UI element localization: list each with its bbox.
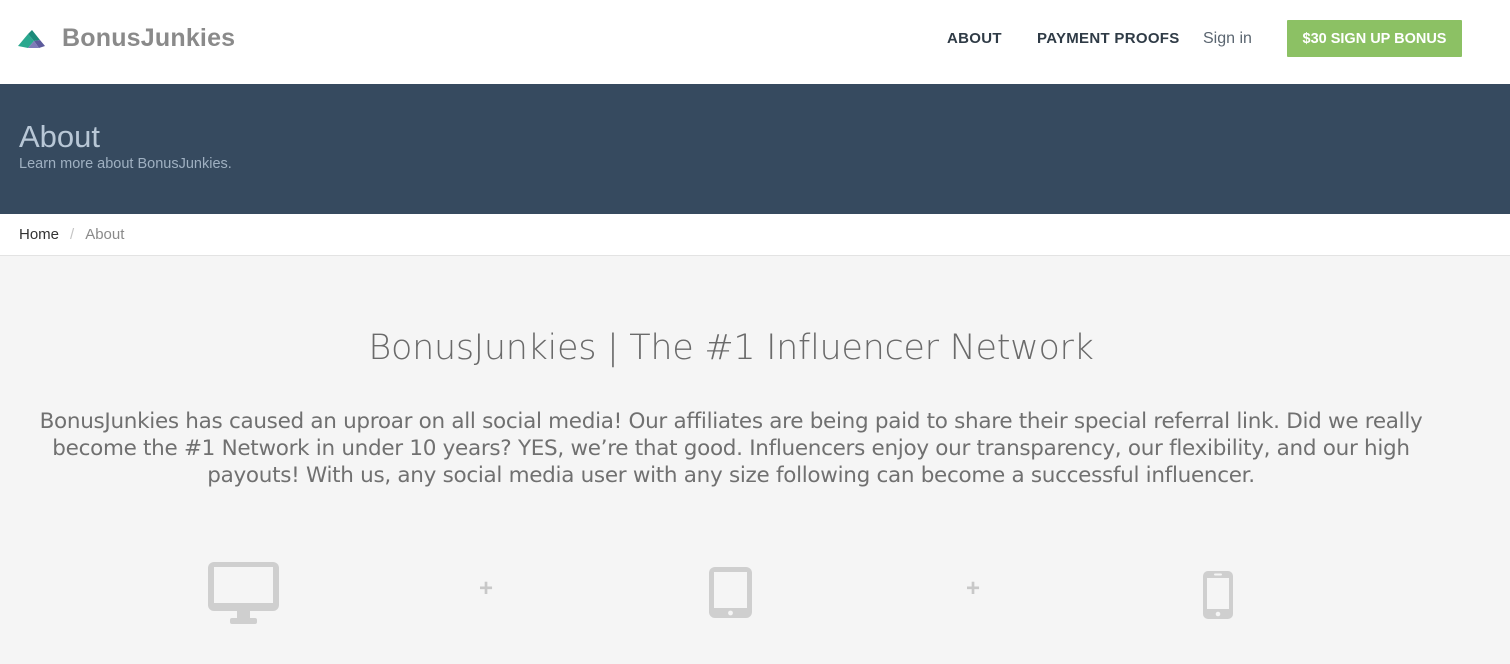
section-heading: BonusJunkies | The #1 Influencer Network [368,328,1094,368]
page-title: About [19,119,101,154]
nav-payment-proofs-link[interactable]: PAYMENT PROOFS [1037,30,1180,47]
brand-name: BonusJunkies [62,24,236,52]
section-description: BonusJunkies has caused an uproar on all… [39,409,1423,488]
plus-icon: + [966,575,981,602]
signup-bonus-button[interactable]: $30 SIGN UP BONUS [1287,20,1462,57]
desktop-icon [208,562,279,624]
breadcrumb-separator: / [70,226,75,243]
breadcrumb-current: About [85,226,125,243]
nav-about-link[interactable]: ABOUT [947,30,1002,47]
tablet-icon [709,567,752,618]
breadcrumb: Home / About [0,214,1510,256]
plus-icon: + [479,575,494,602]
brand-logo-icon [18,29,45,48]
brand-link[interactable]: BonusJunkies [18,24,235,53]
breadcrumb-home-link[interactable]: Home [19,226,59,243]
nav-sign-in-link[interactable]: Sign in [1203,30,1252,48]
page-subtitle: Learn more about BonusJunkies. [19,156,232,172]
phone-icon [1203,571,1233,619]
top-navbar: BonusJunkies ABOUT PAYMENT PROOFS Sign i… [0,0,1510,84]
page-hero: About Learn more about BonusJunkies. [0,84,1510,214]
